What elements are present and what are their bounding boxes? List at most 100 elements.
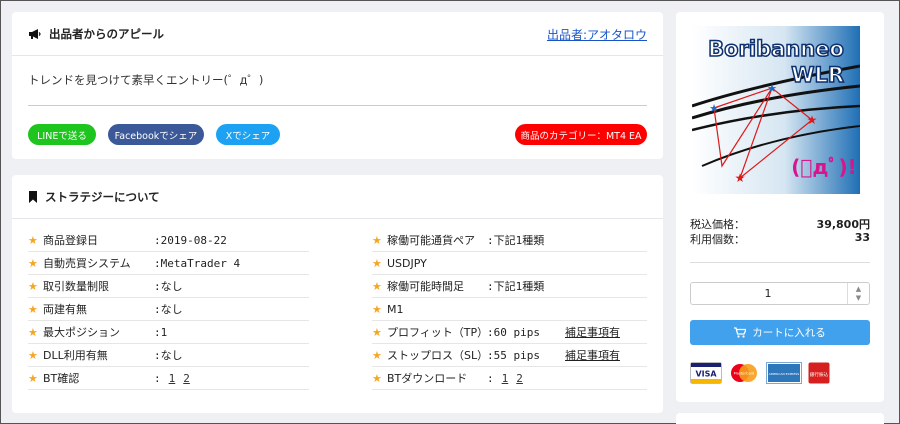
star-icon: ★ — [28, 279, 38, 293]
chevron-up-icon[interactable]: ▲ — [856, 285, 861, 294]
strategy-row-value: :なし — [154, 349, 183, 362]
star-icon: ★ — [28, 348, 38, 362]
strategy-row-value: :1 — [154, 325, 168, 339]
chevron-down-icon[interactable]: ▼ — [856, 294, 861, 303]
mastercard-logo: MasterCard — [731, 364, 757, 382]
svg-text:MasterCard: MasterCard — [734, 372, 755, 376]
strategy-row-value: :下記1種類 — [487, 280, 545, 293]
star-icon: ★ — [28, 256, 38, 270]
strategy-row: ★ プロフィット（TP）:60 pips 補足事項有 — [372, 321, 647, 344]
strategy-row-label: プロフィット（TP） — [387, 326, 489, 339]
image-title-line1: Boribanneo — [708, 37, 844, 61]
strategy-row-label: BT確認 — [43, 372, 80, 385]
image-title-line2: WLR — [791, 63, 844, 87]
appeal-text: トレンドを見つけて素早くエントリー(゜д゜) — [28, 73, 264, 87]
strategy-row-label: ストップロス（SL） — [387, 349, 489, 362]
price-row: 税込価格： 39,800円 — [690, 216, 870, 232]
bt-link-1[interactable]: 1 — [169, 372, 176, 385]
strategy-card: ストラテジーについて ★ 商品登録日 :2019-08-22 ★ 自動売買システム :Me… — [12, 175, 663, 413]
strategy-row-label: 稼働可能通貨ペア — [387, 234, 475, 247]
cart-icon — [734, 327, 747, 338]
strategy-row: ★ BT確認 :1 2 — [28, 367, 309, 390]
line-share-button[interactable]: LINEで送る — [28, 124, 96, 145]
star-icon: ★ — [372, 233, 382, 247]
strategy-title: ストラテジーについて — [45, 189, 160, 204]
strategy-row: ★ 最大ポジション :1 — [28, 321, 309, 344]
strategy-row: ★ 取引数量制限 :なし — [28, 275, 309, 298]
svg-text:VISA: VISA — [695, 370, 717, 379]
strategy-row-value: :2019-08-22 — [154, 233, 227, 247]
strategy-row-label: 取引数量制限 — [43, 280, 109, 293]
add-to-cart-label: カートに入れる — [752, 327, 826, 339]
strategy-row: ★ 稼働可能時間足 :下記1種類 — [372, 275, 647, 298]
star-icon: ★ — [372, 256, 382, 270]
bt-link-2[interactable]: 2 — [516, 372, 523, 385]
strategy-row-label: M1 — [387, 302, 404, 316]
x-share-button[interactable]: Xでシェア — [216, 124, 280, 145]
strategy-row: ★ 自動売買システム :MetaTrader 4 — [28, 252, 309, 275]
users-label: 利用個数： — [690, 233, 745, 246]
svg-text:AMERICAN EXPRESS: AMERICAN EXPRESS — [769, 372, 799, 376]
star-icon: ★ — [372, 279, 382, 293]
star-icon: ★ — [372, 371, 382, 385]
supplement-note-link[interactable]: 補足事項有 — [565, 347, 620, 363]
supplement-note-link[interactable]: 補足事項有 — [565, 324, 620, 340]
strategy-row: ★ DLL利用有無 :なし — [28, 344, 309, 367]
product-image[interactable]: ★ ★ ★ ★ Boribanneo WLR (ﾟдﾟ)! — [692, 26, 860, 194]
strategy-row-label: 自動売買システム — [43, 257, 131, 270]
star-mark: ★ — [807, 113, 818, 127]
svg-text:銀行振込: 銀行振込 — [810, 371, 829, 378]
strategy-row-value: :なし — [154, 280, 183, 293]
star-icon: ★ — [28, 233, 38, 247]
star-mark: ★ — [767, 82, 777, 95]
star-mark: ★ — [709, 102, 719, 115]
megaphone-icon — [29, 28, 41, 39]
bt-link-1[interactable]: 1 — [502, 372, 509, 385]
strategy-row-label: DLL利用有無 — [43, 349, 108, 362]
star-mark: ★ — [735, 171, 746, 185]
strategy-row-value: :60 pips — [487, 325, 540, 339]
product-card: ★ ★ ★ ★ Boribanneo WLR (ﾟдﾟ)! 税込価格： 39,8… — [676, 12, 884, 402]
appeal-title: 出品者からのアピール — [49, 26, 164, 41]
strategy-row-label: 稼働可能時間足 — [387, 280, 464, 293]
strategy-row: ★ 両建有無 :なし — [28, 298, 309, 321]
divider — [28, 105, 647, 106]
strategy-row-label: 商品登録日 — [43, 234, 98, 247]
seller-link[interactable]: 出品者:アオタロウ — [547, 26, 647, 43]
visa-logo: VISA — [690, 362, 722, 384]
category-button[interactable]: 商品のカテゴリー：MT4 EA — [515, 124, 647, 145]
star-icon: ★ — [28, 302, 38, 316]
strategy-right-column: ★ 稼働可能通貨ペア:下記1種類 ★ USDJPY ★ 稼働可能時間足:下記1種類 ★ M1 ★… — [372, 229, 647, 390]
strategy-header: ストラテジーについて — [12, 175, 663, 219]
star-icon: ★ — [28, 371, 38, 385]
add-to-cart-button[interactable]: カートに入れる — [690, 320, 870, 345]
star-icon: ★ — [28, 325, 38, 339]
strategy-row-label: 両建有無 — [43, 303, 87, 316]
strategy-row-value: :12 — [154, 371, 190, 385]
divider — [690, 262, 870, 263]
price-value: 39,800円 — [816, 218, 870, 231]
users-value: 33 — [854, 231, 870, 244]
strategy-row-value: :なし — [154, 303, 183, 316]
next-card — [676, 413, 884, 424]
quantity-input[interactable]: 1 — [691, 287, 845, 300]
strategy-row-value: :MetaTrader 4 — [154, 256, 241, 270]
quantity-stepper[interactable]: 1 ▲ ▼ — [690, 282, 870, 305]
facebook-share-button[interactable]: Facebookでシェア — [108, 124, 204, 145]
strategy-row: ★ 稼働可能通貨ペア :下記1種類 — [372, 229, 647, 252]
star-icon: ★ — [372, 302, 382, 316]
bt-link-2[interactable]: 2 — [183, 372, 190, 385]
strategy-row-label: 最大ポジション — [43, 326, 120, 339]
strategy-left-column: ★ 商品登録日:2019-08-22 ★ 自動売買システム:MetaTrader 4 ★… — [28, 229, 309, 390]
strategy-row-value: :55 pips — [487, 348, 540, 362]
quantity-spinner[interactable]: ▲ ▼ — [847, 283, 869, 304]
strategy-row-value: :12 — [487, 371, 523, 385]
strategy-row-label: BTダウンロード — [387, 372, 468, 385]
users-row: 利用個数： 33 — [690, 231, 870, 247]
strategy-row: ★ BTダウンロード :1 2 — [372, 367, 647, 390]
strategy-row: ★ M1 — [372, 298, 647, 321]
seller-appeal-card: 出品者からのアピール 出品者:アオタロウ トレンドを見つけて素早くエントリー(゜… — [12, 12, 663, 159]
strategy-row: ★ 商品登録日 :2019-08-22 — [28, 229, 309, 252]
strategy-row-value: :下記1種類 — [487, 234, 545, 247]
bank-transfer-logo: 銀行振込 — [808, 362, 830, 384]
